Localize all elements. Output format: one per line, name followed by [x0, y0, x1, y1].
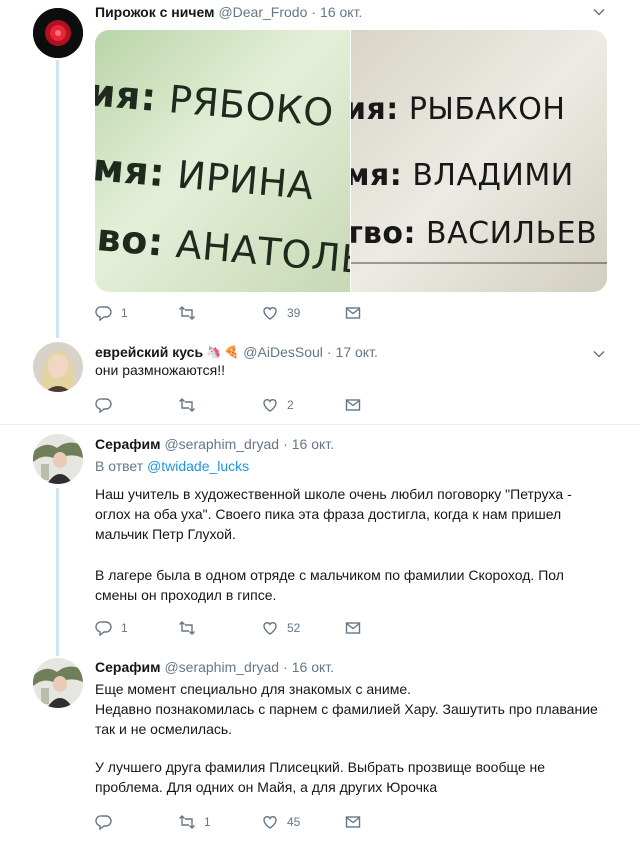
dm-button[interactable]: [344, 619, 427, 637]
envelope-icon: [345, 399, 361, 411]
thread-line: [56, 488, 59, 656]
retweet-icon: [179, 815, 195, 829]
tweet-3: Серафим @seraphim_dryad · 16 окт. В отве…: [0, 430, 640, 656]
tweet-photo[interactable]: ия: РЯБОКО мя: ИРИНА во: АНАТОЛЬ ия: РЫБ…: [95, 30, 607, 292]
separator-dot: ·: [283, 659, 288, 675]
tweet-actions: 1 52: [95, 618, 427, 638]
divider: [0, 424, 640, 425]
retweet-count: 1: [204, 815, 211, 829]
reply-count: 1: [121, 306, 128, 320]
envelope-icon: [345, 816, 361, 828]
tweet-actions: 2: [95, 395, 427, 415]
avatar-image: [33, 658, 83, 708]
envelope-icon: [345, 622, 361, 634]
retweet-button[interactable]: [178, 304, 261, 322]
tweet-text-para-2: Недавно познакомилась с парнем с фамилие…: [95, 701, 598, 737]
author-name[interactable]: еврейский кусь: [95, 344, 203, 360]
author-handle[interactable]: @AiDesSoul: [243, 344, 323, 360]
tweet-date[interactable]: 16 окт.: [292, 436, 334, 452]
like-count: 52: [287, 621, 301, 635]
like-count: 45: [287, 815, 301, 829]
chevron-down-icon[interactable]: [592, 347, 606, 361]
avatar[interactable]: [33, 658, 83, 708]
avatar-image: [33, 434, 83, 484]
tweet-text: они размножаются!!: [95, 362, 226, 378]
retweet-button[interactable]: [178, 396, 261, 414]
heart-icon: [263, 399, 277, 412]
retweet-button[interactable]: [178, 619, 261, 637]
retweet-icon: [179, 398, 195, 412]
envelope-icon: [345, 307, 361, 319]
like-button[interactable]: 2: [261, 396, 344, 414]
like-button[interactable]: 39: [261, 304, 344, 322]
reply-count: 1: [121, 621, 128, 635]
separator-dot: ·: [326, 344, 332, 360]
tweet-text-para-2: В лагере была в одном отряде с мальчиком…: [95, 567, 564, 603]
tweet-actions: 1 39: [95, 303, 427, 323]
avatar[interactable]: [33, 434, 83, 484]
chevron-down-icon[interactable]: [592, 5, 606, 19]
heart-icon: [263, 307, 277, 320]
dm-button[interactable]: [344, 813, 427, 831]
tweet-actions: 1 45: [95, 812, 427, 832]
avatar-image: [33, 342, 83, 392]
thread-line: [56, 60, 59, 338]
reply-target-link[interactable]: @twidade_lucks: [147, 458, 249, 474]
tweet-header: еврейский кусь 🦄 🍕 @AiDesSoul · 17 окт.: [95, 342, 378, 362]
tweet-header: Пирожок с ничем @Dear_Frodo · 16 окт.: [95, 2, 362, 22]
reply-button[interactable]: 1: [95, 304, 178, 322]
avatar-image: [33, 8, 83, 58]
author-handle[interactable]: @seraphim_dryad: [164, 659, 279, 675]
reply-button[interactable]: [95, 396, 178, 414]
retweet-button[interactable]: 1: [178, 813, 261, 831]
heart-icon: [263, 816, 277, 829]
tweet-header: Серафим @seraphim_dryad · 16 окт.: [95, 657, 334, 677]
author-handle[interactable]: @seraphim_dryad: [164, 436, 279, 452]
reply-button[interactable]: [95, 813, 178, 831]
dm-button[interactable]: [344, 304, 427, 322]
reply-button[interactable]: 1: [95, 619, 178, 637]
tweet-4: Серафим @seraphim_dryad · 16 окт. Еще мо…: [0, 650, 640, 842]
photo-left: ия: РЯБОКО мя: ИРИНА во: АНАТОЛЬ: [95, 30, 351, 292]
reply-context: В ответ @twidade_lucks: [95, 456, 606, 476]
like-count: 2: [287, 398, 294, 412]
heart-icon: [263, 622, 277, 635]
reply-prefix: В ответ: [95, 458, 144, 474]
author-name[interactable]: Серафим: [95, 436, 160, 452]
tweet-header: Серафим @seraphim_dryad · 16 окт.: [95, 434, 334, 454]
like-button[interactable]: 45: [261, 813, 344, 831]
author-handle[interactable]: @Dear_Frodo: [218, 4, 307, 20]
tweet-date[interactable]: 16 окт.: [292, 659, 334, 675]
tweet-text-para-1: Наш учитель в художественной школе очень…: [95, 486, 572, 542]
avatar[interactable]: [33, 8, 83, 58]
like-button[interactable]: 52: [261, 619, 344, 637]
author-name[interactable]: Пирожок с ничем: [95, 4, 214, 20]
tweet-1: Пирожок с ничем @Dear_Frodo · 16 окт. ия…: [0, 0, 640, 338]
tweet-date[interactable]: 16 окт.: [320, 4, 362, 20]
tweet-text-para-3: У лучшего друга фамилия Плисецкий. Выбра…: [95, 759, 546, 795]
tweet-date[interactable]: 17 окт.: [336, 344, 378, 360]
tweet-text-para-1: Еще момент специально для знакомых с ани…: [95, 681, 412, 697]
reply-icon: [95, 815, 112, 831]
retweet-icon: [179, 306, 195, 320]
retweet-icon: [179, 621, 195, 635]
like-count: 39: [287, 306, 301, 320]
tweet-2: еврейский кусь 🦄 🍕 @AiDesSoul · 17 окт. …: [0, 338, 640, 428]
reply-icon: [95, 306, 112, 322]
name-emoji: 🦄 🍕: [206, 345, 240, 359]
separator-dot: ·: [283, 436, 288, 452]
avatar[interactable]: [33, 342, 83, 392]
reply-icon: [95, 621, 112, 637]
photo-right: ия: РЫБАКОН мя: ВЛАДИМИ тво: ВАСИЛЬЕВ: [351, 30, 607, 292]
dm-button[interactable]: [344, 396, 427, 414]
reply-icon: [95, 398, 112, 414]
separator-dot: ·: [311, 4, 317, 20]
author-name[interactable]: Серафим: [95, 659, 160, 675]
